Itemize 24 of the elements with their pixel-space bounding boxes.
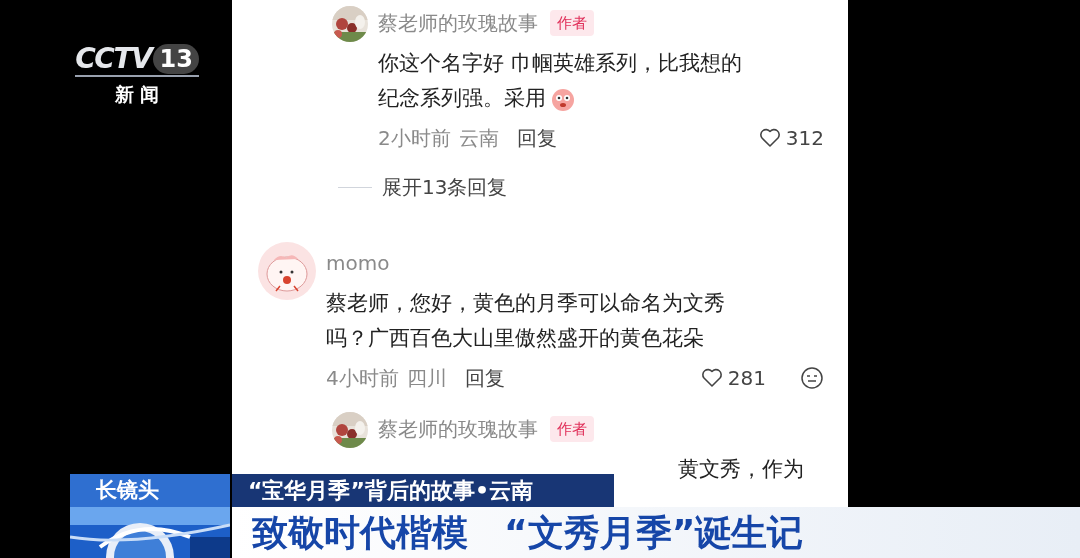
reply-link[interactable]: 回复 [464,363,505,393]
comment-text: 吗？广西百色大山里傲然盛开的黄色花朵 [326,325,704,352]
comment-text: 黄文秀，作为 [678,456,804,483]
comment-location: 四川 [406,365,447,392]
author-badge: 作者 [550,415,594,443]
comment-time: 2小时前 [378,125,451,152]
channel-number: 13 [153,44,199,74]
author-badge: 作者 [550,9,594,37]
like-count: 281 [727,365,766,392]
comment-text: 蔡老师，您好，黄色的月季可以命名为文秀 [326,290,725,317]
comment-text: 纪念系列强。采用 [378,85,546,112]
program-label: 长镜头 [70,474,230,507]
subtitle-bar: “宝华月季”背后的故事•云南 [232,474,614,507]
comment-location: 云南 [458,125,499,152]
channel-name: 新 闻 [114,82,160,107]
expand-replies-link[interactable]: 展开13条回复 [382,172,508,202]
comment-text: 你这个名字好 巾帼英雄系列，比我想的 [378,50,742,77]
channel-logo-text: CCTV [75,45,152,73]
comment-time: 4小时前 [326,365,399,392]
heart-icon[interactable] [757,126,782,150]
face-icon[interactable] [800,366,824,390]
like-count: 312 [785,125,824,152]
heart-icon[interactable] [699,366,724,390]
reply-link[interactable]: 回复 [516,123,557,153]
